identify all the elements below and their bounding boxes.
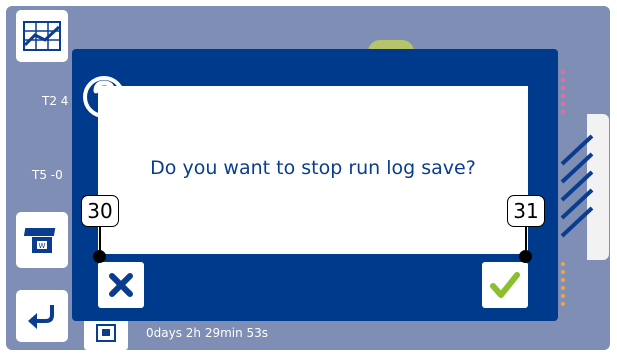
run-time: 0days 2h 29min 53s: [146, 326, 269, 340]
chart-icon: [23, 21, 61, 51]
callout-cancel: 30: [81, 195, 119, 227]
svg-text:W: W: [39, 242, 46, 250]
sensor-label-2: T5 -0: [32, 168, 63, 182]
message-panel: Do you want to stop run log save?: [98, 86, 528, 254]
dialog-message: Do you want to stop run log save?: [150, 157, 476, 179]
orange-dots: [561, 262, 565, 306]
callout-confirm-dot: [519, 250, 532, 263]
sensor-label-1: T2 4: [42, 94, 69, 108]
cancel-button[interactable]: [98, 262, 144, 308]
return-arrow-icon: [28, 305, 54, 329]
machine-icon: W: [24, 228, 56, 253]
machine-button[interactable]: W: [16, 212, 68, 268]
back-button[interactable]: [16, 290, 68, 342]
save-log-icon: [96, 324, 116, 342]
callout-cancel-dot: [93, 250, 106, 263]
chart-button[interactable]: [16, 10, 68, 62]
confirm-dialog: Do you want to stop run log save?: [72, 49, 558, 321]
hatch-indicator: [560, 134, 594, 238]
check-icon: [490, 272, 520, 298]
confirm-button[interactable]: [482, 262, 528, 308]
callout-confirm: 31: [507, 195, 545, 227]
log-icon-tile: [84, 316, 128, 350]
pink-dots: [561, 70, 565, 114]
close-icon: [109, 273, 133, 297]
